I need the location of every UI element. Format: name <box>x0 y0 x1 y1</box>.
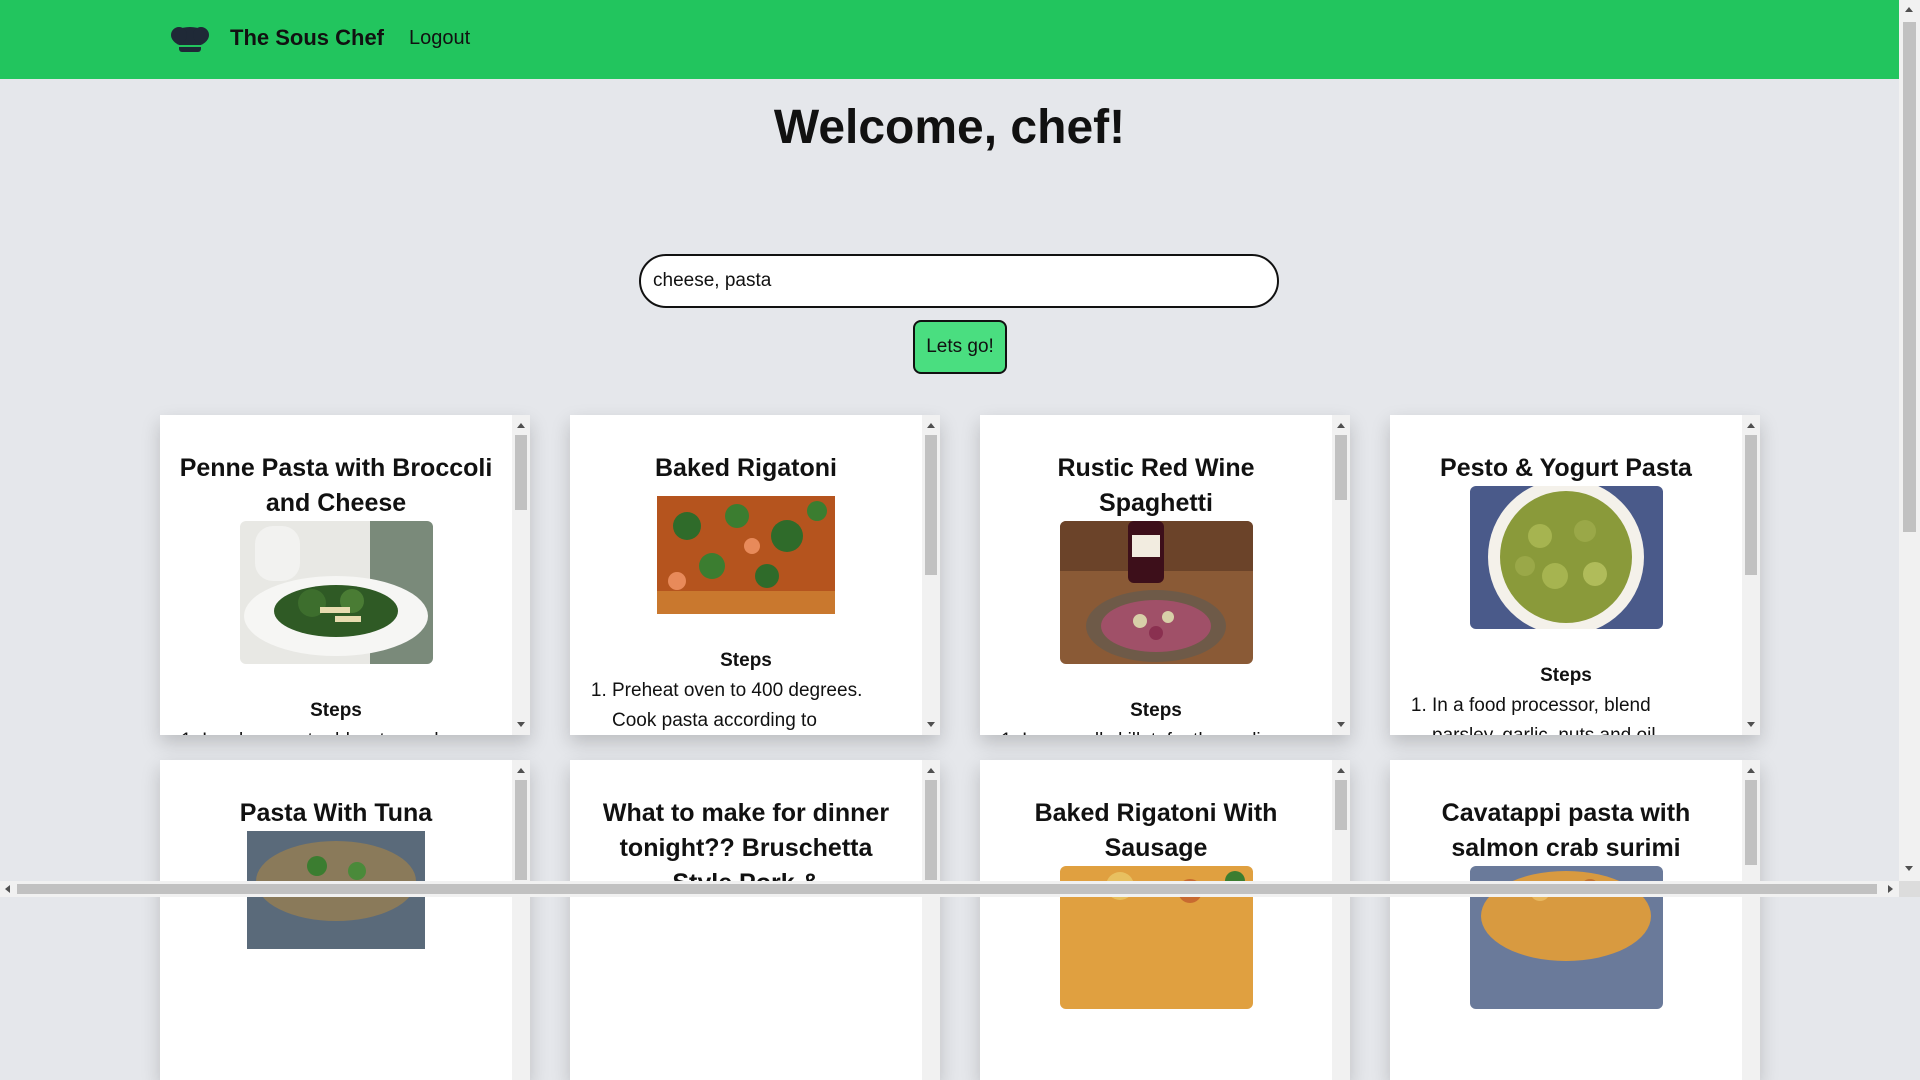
scroll-thumb[interactable] <box>1335 780 1347 830</box>
recipe-card[interactable]: What to make for dinner tonight?? Brusch… <box>570 760 940 1080</box>
scroll-up-arrow-icon[interactable] <box>927 768 935 773</box>
scroll-up-arrow-icon[interactable] <box>1747 423 1755 428</box>
scroll-up-arrow-icon[interactable] <box>1337 423 1345 428</box>
card-scrollbar[interactable] <box>1332 415 1350 735</box>
logout-link[interactable]: Logout <box>409 27 470 50</box>
recipe-card-content: Penne Pasta with Broccoli and Cheese Ste… <box>160 415 512 735</box>
scroll-thumb[interactable] <box>515 780 527 880</box>
recipe-card[interactable]: Cavatappi pasta with salmon crab surimi <box>1390 760 1760 1080</box>
card-scrollbar[interactable] <box>922 760 940 1080</box>
scroll-thumb[interactable] <box>1745 780 1757 865</box>
card-scrollbar[interactable] <box>1742 415 1760 735</box>
steps-heading: Steps <box>1130 700 1182 721</box>
card-scrollbar[interactable] <box>512 415 530 735</box>
recipe-card-content: Pasta With Tuna <box>160 760 512 1080</box>
steps-list: In a large pot add water and <box>160 726 512 735</box>
recipe-title: Cavatappi pasta with salmon crab surimi <box>1441 799 1691 862</box>
scroll-down-arrow-icon[interactable] <box>1747 722 1755 727</box>
scroll-up-arrow-icon[interactable] <box>517 423 525 428</box>
recipe-title: Baked Rigatoni <box>655 454 837 482</box>
scroll-thumb[interactable] <box>1745 435 1757 575</box>
steps-heading: Steps <box>310 700 362 721</box>
scroll-thumb[interactable] <box>1335 435 1347 500</box>
recipe-card-content: Rustic Red Wine Spaghetti Steps In a sma… <box>980 415 1332 735</box>
recipe-card[interactable]: Baked Rigatoni With Sausage <box>980 760 1350 1080</box>
scroll-up-arrow-icon[interactable] <box>927 423 935 428</box>
page-horizontal-scrollbar[interactable] <box>0 881 1899 897</box>
recipe-card-content: Baked Rigatoni Steps Preheat oven to 400… <box>570 415 922 735</box>
recipe-image <box>1059 521 1253 664</box>
steps-heading: Steps <box>720 650 772 671</box>
steps-list: Preheat oven to 400 degrees. Cook pasta … <box>570 676 922 735</box>
scroll-left-arrow-icon[interactable] <box>5 885 10 893</box>
recipe-card-content: What to make for dinner tonight?? Brusch… <box>570 760 922 1080</box>
recipe-card[interactable]: Baked Rigatoni Steps Preheat oven to 400… <box>570 415 940 735</box>
recipe-title: Pesto & Yogurt Pasta <box>1440 454 1692 482</box>
scroll-down-arrow-icon[interactable] <box>1337 722 1345 727</box>
scroll-up-arrow-icon[interactable] <box>1747 768 1755 773</box>
step-item: Preheat oven to 400 degrees. Cook pasta … <box>612 676 898 735</box>
recipe-image <box>657 496 835 614</box>
brand-name[interactable]: The Sous Chef <box>230 25 384 51</box>
steps-heading: Steps <box>1540 665 1592 686</box>
step-item: In a small skillet, fry the garlic <box>1022 726 1308 735</box>
page-vertical-scroll-thumb[interactable] <box>1903 22 1916 532</box>
recipe-image <box>239 521 433 664</box>
recipe-card[interactable]: Penne Pasta with Broccoli and Cheese Ste… <box>160 415 530 735</box>
card-scrollbar[interactable] <box>1332 760 1350 1080</box>
card-scrollbar[interactable] <box>1742 760 1760 1080</box>
recipe-card[interactable]: Rustic Red Wine Spaghetti Steps In a sma… <box>980 415 1350 735</box>
navbar: The Sous Chef Logout <box>0 0 1899 79</box>
scroll-up-arrow-icon[interactable] <box>517 768 525 773</box>
recipe-title: Pasta With Tuna <box>239 799 433 827</box>
recipe-card[interactable]: Pasta With Tuna <box>160 760 530 1080</box>
card-scrollbar[interactable] <box>512 760 530 1080</box>
step-item: In a food processor, blend parsley, garl… <box>1432 691 1718 735</box>
scroll-thumb[interactable] <box>515 435 527 510</box>
scroll-down-arrow-icon[interactable] <box>517 722 525 727</box>
scroll-down-arrow-icon[interactable] <box>1905 866 1913 871</box>
recipe-title: Baked Rigatoni With Sausage <box>1034 799 1278 862</box>
recipe-image <box>1469 486 1663 629</box>
steps-list: In a small skillet, fry the garlic <box>980 726 1332 735</box>
page-vertical-scrollbar[interactable] <box>1899 0 1920 897</box>
ingredients-search-input[interactable] <box>639 254 1279 308</box>
recipe-title: Penne Pasta with Broccoli and Cheese <box>179 454 493 517</box>
scroll-up-arrow-icon[interactable] <box>1905 7 1913 12</box>
scrollbar-corner <box>1899 881 1920 897</box>
recipe-card-content: Baked Rigatoni With Sausage <box>980 760 1332 1080</box>
scroll-down-arrow-icon[interactable] <box>927 722 935 727</box>
recipe-card-content: Pesto & Yogurt Pasta Steps In a food pro… <box>1390 415 1742 735</box>
scroll-up-arrow-icon[interactable] <box>1337 768 1345 773</box>
recipe-card[interactable]: Pesto & Yogurt Pasta Steps In a food pro… <box>1390 415 1760 735</box>
steps-list: In a food processor, blend parsley, garl… <box>1390 691 1742 735</box>
chef-hat-icon[interactable] <box>170 24 210 56</box>
card-scrollbar[interactable] <box>922 415 940 735</box>
page-title: Welcome, chef! <box>773 101 1126 154</box>
scroll-right-arrow-icon[interactable] <box>1888 885 1893 893</box>
step-item: In a large pot add water and <box>202 726 488 735</box>
search-submit-button[interactable]: Lets go! <box>913 320 1007 374</box>
recipe-title: Rustic Red Wine Spaghetti <box>1057 454 1255 517</box>
scroll-thumb[interactable] <box>925 780 937 880</box>
recipe-card-content: Cavatappi pasta with salmon crab surimi <box>1390 760 1742 1080</box>
page-horizontal-scroll-thumb[interactable] <box>17 884 1877 894</box>
scroll-thumb[interactable] <box>925 435 937 575</box>
